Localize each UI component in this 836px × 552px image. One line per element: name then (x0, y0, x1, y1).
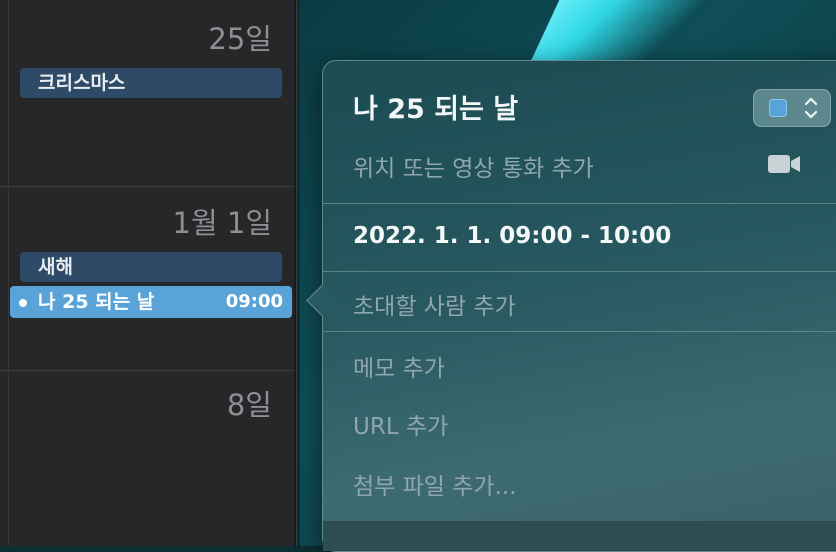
video-call-icon[interactable] (767, 153, 801, 175)
day-label-jan-1[interactable]: 1월 1일 (173, 200, 272, 242)
window-edge (294, 0, 296, 546)
day-label-25[interactable]: 25일 (208, 16, 272, 58)
event-detail-popover: 나 25 되는 날 위치 또는 영상 통화 추가 2022. 1. 1. 09:… (306, 60, 836, 552)
calendar-week-column: 25일 크리스마스 1월 1일 새해 나 25 되는 날 09:00 8일 (0, 0, 297, 546)
location-field[interactable]: 위치 또는 영상 통화 추가 (353, 149, 594, 183)
url-field[interactable]: URL 추가 (353, 407, 448, 441)
column-line (8, 0, 9, 546)
divider (323, 331, 836, 332)
calendar-color-selector[interactable] (753, 89, 831, 127)
popover-footer (323, 521, 836, 551)
day-divider (0, 370, 294, 371)
date-time-field[interactable]: 2022. 1. 1. 09:00 - 10:00 (353, 223, 671, 249)
event-selected-title: 나 25 되는 날 (38, 291, 155, 313)
day-label-8[interactable]: 8일 (227, 382, 272, 424)
event-selected[interactable]: 나 25 되는 날 09:00 (10, 286, 292, 318)
event-dot-icon (19, 299, 27, 307)
divider (323, 203, 836, 204)
divider (323, 271, 836, 272)
day-divider (0, 186, 294, 187)
attachment-field[interactable]: 첨부 파일 추가... (353, 467, 517, 501)
event-new-year[interactable]: 새해 (20, 252, 282, 282)
event-selected-time: 09:00 (225, 291, 283, 312)
invitees-field[interactable]: 초대할 사람 추가 (353, 287, 516, 321)
notes-field[interactable]: 메모 추가 (353, 349, 445, 383)
event-christmas[interactable]: 크리스마스 (20, 68, 282, 98)
calendar-color-swatch (769, 99, 787, 117)
event-title-field[interactable]: 나 25 되는 날 (353, 87, 518, 126)
chevron-up-down-icon (803, 94, 819, 122)
